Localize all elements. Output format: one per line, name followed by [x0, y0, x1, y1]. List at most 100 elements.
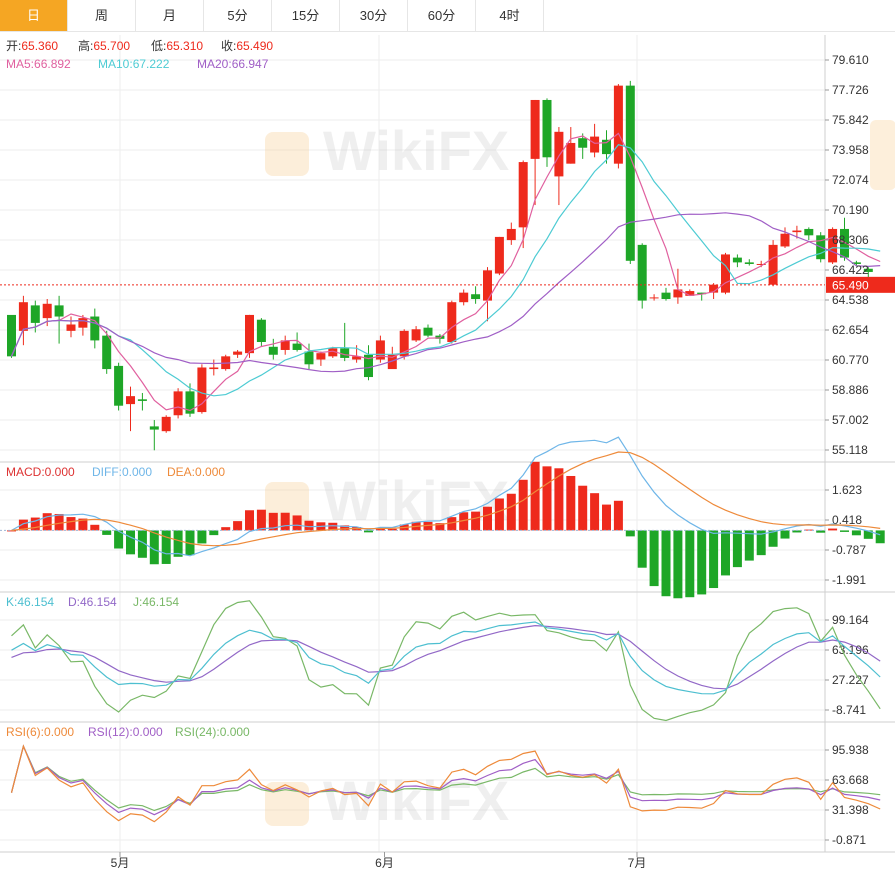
candle-53: [637, 243, 647, 309]
rsi-info-0: RSI(6):0.000: [6, 725, 74, 739]
candle-body: [292, 343, 302, 350]
candle-body: [233, 351, 243, 355]
price-axis-tick-12: 57.002: [832, 413, 869, 427]
macd-bar-58: [697, 530, 707, 595]
candle-body: [649, 297, 659, 299]
ma20-line: [10, 212, 881, 373]
candle-body: [471, 294, 481, 300]
tab-3[interactable]: 5分: [204, 0, 272, 31]
candle-43: [518, 160, 528, 249]
candle-39: [471, 286, 481, 304]
macd-bar-5: [66, 517, 76, 531]
macd-bar-16: [197, 530, 207, 544]
rsi-axis-tick-3: -0.871: [832, 833, 866, 847]
candle-body: [66, 324, 76, 331]
candle-body: [316, 353, 326, 360]
watermark-logo-icon: [265, 132, 309, 176]
tab-2[interactable]: 月: [136, 0, 204, 31]
rsi-axis-tick-2: 31.398: [832, 803, 869, 817]
candle-11: [137, 392, 147, 411]
macd-bar-19: [233, 521, 243, 531]
macd-bar-21: [256, 509, 266, 531]
macd-bar-14: [173, 530, 183, 557]
macd-info-2: DEA:0.000: [167, 465, 225, 479]
candle-body: [447, 302, 457, 343]
macd-axis-tick-2: -0.787: [832, 543, 866, 557]
candle-body: [661, 292, 671, 300]
candle-7: [90, 308, 100, 349]
price-axis-tick-4: 72.074: [832, 173, 869, 187]
macd-bar-10: [126, 530, 135, 555]
candle-body: [114, 365, 124, 406]
candle-body: [78, 318, 88, 328]
tab-6[interactable]: 60分: [408, 0, 476, 31]
candle-22: [268, 338, 278, 360]
watermark-logo-icon-right: [870, 120, 895, 190]
macd-bar-4: [54, 513, 64, 531]
macd-bar-59: [709, 530, 719, 589]
candle-body: [268, 346, 278, 355]
candle-8: [102, 330, 112, 374]
candle-49: [590, 123, 600, 158]
candle-61: [732, 254, 742, 268]
tab-1[interactable]: 周: [68, 0, 136, 31]
macd-bar-52: [625, 530, 635, 537]
macd-bar-65: [780, 530, 790, 539]
watermark-text: WikiFX: [323, 119, 509, 182]
candle-10: [126, 386, 135, 432]
candle-32: [387, 346, 397, 370]
candle-body: [566, 142, 576, 164]
candle-46: [554, 127, 564, 206]
wikifx-watermark-2: WikiFX: [265, 769, 509, 832]
candle-50: [602, 130, 611, 164]
macd-bar-53: [637, 530, 647, 568]
macd-bar-50: [602, 504, 611, 531]
macd-bar-25: [304, 520, 314, 531]
macd-bar-43: [518, 479, 528, 531]
candle-4: [54, 295, 64, 344]
ohlc-info-3: 收:65.490: [221, 39, 273, 53]
ma-info-0: MA5:66.892: [6, 57, 71, 71]
kdj-info-1: D:46.154: [68, 595, 117, 609]
tab-5[interactable]: 30分: [340, 0, 408, 31]
macd-bar-41: [494, 498, 504, 531]
candle-51: [613, 84, 623, 169]
candle-24: [292, 332, 302, 352]
x-tick-2: 7月: [628, 856, 647, 870]
candle-body: [30, 305, 40, 323]
candle-41: [494, 236, 504, 276]
candle-body: [209, 367, 219, 370]
tab-0[interactable]: 日: [0, 0, 68, 31]
macd-bar-56: [673, 530, 683, 599]
candle-64: [768, 240, 778, 287]
candle-body: [804, 228, 814, 236]
candle-body: [126, 396, 135, 405]
price-axis-tick-0: 79.610: [832, 53, 869, 67]
macd-bar-49: [590, 493, 600, 531]
candlestick-chart: WikiFXWikiFXWikiFX65.49079.61077.72675.8…: [0, 35, 895, 870]
tab-4[interactable]: 15分: [272, 0, 340, 31]
macd-bar-42: [506, 493, 516, 531]
candle-body: [411, 329, 421, 341]
candle-21: [256, 318, 266, 347]
candle-55: [661, 287, 671, 301]
price-axis-tick-13: 55.118: [832, 443, 868, 457]
price-axis-tick-1: 77.726: [832, 83, 869, 97]
candle-body: [245, 314, 254, 354]
candle-33: [399, 329, 409, 360]
ma-info-2: MA20:66.947: [197, 57, 269, 71]
ohlc-info-2: 低:65.310: [151, 39, 203, 53]
macd-bar-48: [578, 485, 588, 531]
tab-7[interactable]: 4时: [476, 0, 544, 31]
candle-body: [613, 85, 623, 164]
candle-0: [7, 314, 16, 358]
macd-bar-47: [566, 475, 576, 531]
candle-44: [530, 99, 540, 206]
candle-38: [459, 289, 469, 306]
macd-bar-40: [483, 506, 492, 531]
ohlc-info-0: 开:65.360: [6, 39, 58, 53]
kdj-axis-tick-3: -8.741: [832, 703, 866, 717]
candle-body: [149, 426, 159, 430]
macd-bar-69: [828, 528, 838, 531]
candle-body: [542, 99, 552, 158]
